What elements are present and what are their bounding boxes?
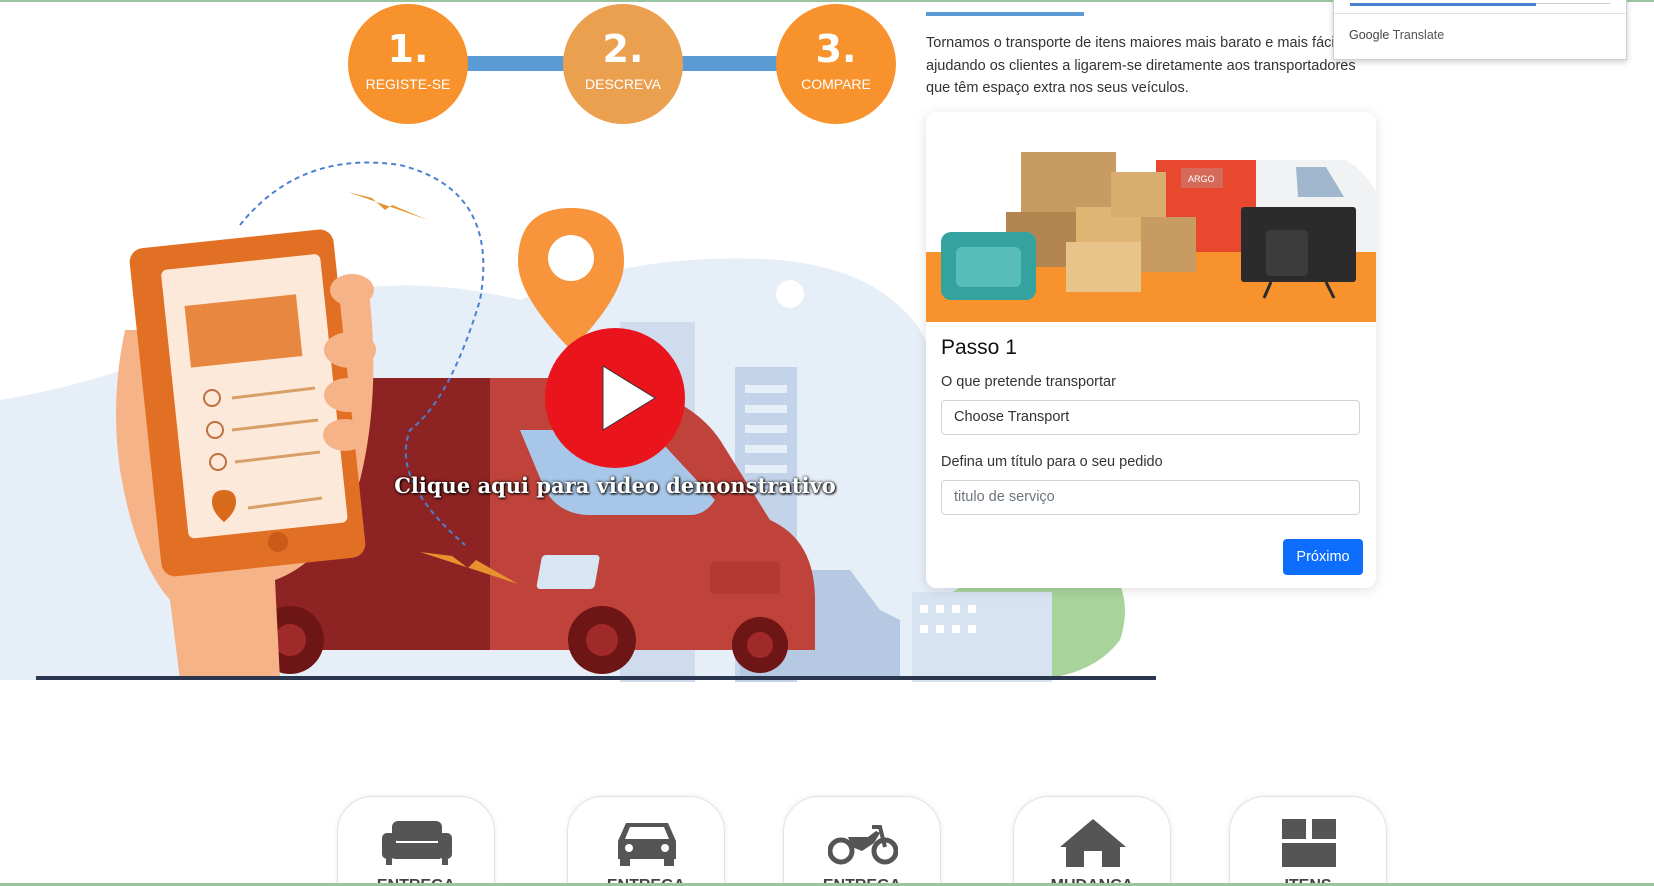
translate-product: Translate (1392, 28, 1445, 42)
step-compare: 3. COMPARE (776, 4, 896, 124)
step-form-card: ARGO Passo 1 O que pretende transportar … (926, 112, 1376, 588)
order-title-label: Defina um título para o seu pedido (941, 454, 1163, 470)
video-caption-link[interactable]: Clique aqui para video demonstrativo (340, 473, 890, 498)
sofa-icon (382, 821, 452, 865)
google-brand: Google (1349, 28, 1390, 42)
order-title-input[interactable]: titulo de serviço (941, 480, 1360, 515)
google-translate-logo[interactable]: Google Translate (1349, 28, 1444, 42)
play-video-button[interactable] (545, 328, 685, 468)
form-title: Passo 1 (941, 336, 1017, 359)
transport-select[interactable]: Choose Transport (941, 400, 1360, 435)
van-brand-text: ARGO (1188, 174, 1215, 184)
category-items[interactable]: ITENS (1229, 796, 1387, 886)
step-label: REGISTE-SE (365, 76, 451, 92)
step-number: 3. (815, 27, 857, 71)
translate-progress (1350, 3, 1536, 6)
category-sofa[interactable]: ENTREGA (337, 796, 495, 886)
step-label: DESCREVA (585, 76, 661, 92)
next-button[interactable]: Próximo (1283, 539, 1363, 575)
play-icon (602, 365, 656, 431)
step-register: 1. REGISTE-SE (348, 4, 468, 124)
house-icon (1060, 819, 1126, 867)
section-accent-line (926, 12, 1084, 16)
step-label: COMPARE (801, 76, 871, 92)
step-number: 1. (387, 27, 429, 71)
category-motorcycle[interactable]: ENTREGA (783, 796, 941, 886)
box-icon (1282, 819, 1336, 867)
intro-paragraph: Tornamos o transporte de itens maiores m… (926, 35, 1356, 96)
transport-items-image: ARGO (926, 112, 1376, 322)
category-car[interactable]: ENTREGA (567, 796, 725, 886)
category-house[interactable]: MUDANÇA (1013, 796, 1171, 886)
motorcycle-icon (828, 825, 898, 865)
car-icon (618, 823, 676, 866)
step-describe: 2. DESCREVA (563, 4, 683, 124)
transport-label: O que pretende transportar (941, 374, 1116, 390)
google-translate-popup: Google Translate (1333, 0, 1628, 60)
step-number: 2. (602, 27, 644, 71)
